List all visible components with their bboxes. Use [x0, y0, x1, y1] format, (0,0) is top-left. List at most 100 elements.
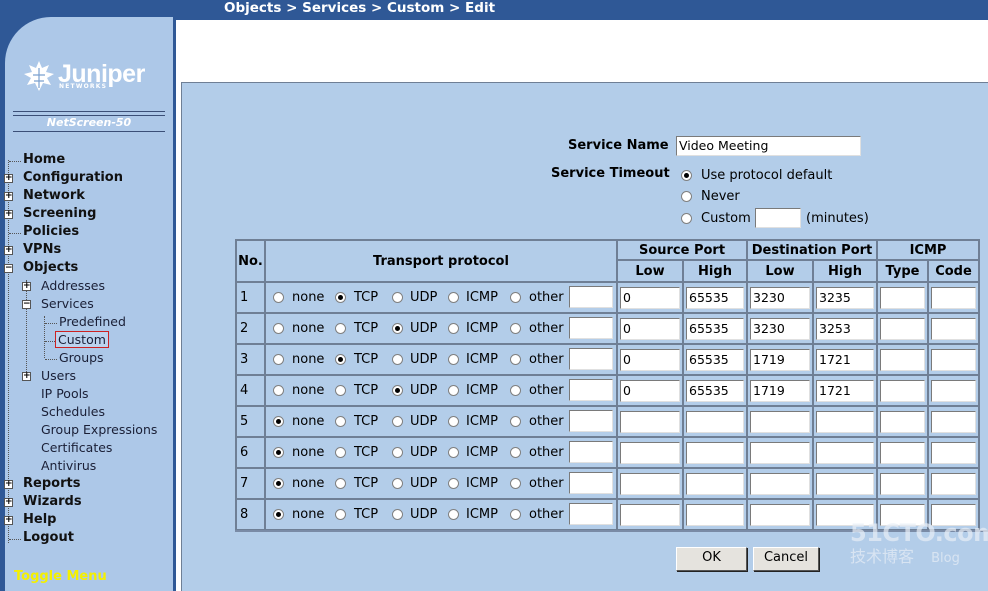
nav-ip-pools[interactable]: IP Pools — [41, 385, 89, 403]
icmp-code-input[interactable] — [931, 286, 976, 309]
expand-icon[interactable]: + — [4, 174, 13, 183]
icmp-type-input[interactable] — [880, 317, 925, 340]
nav-reports[interactable]: Reports — [23, 475, 80, 493]
expand-icon[interactable]: + — [4, 210, 13, 219]
nav-home[interactable]: Home — [23, 151, 65, 169]
ok-button[interactable]: OK — [676, 547, 747, 571]
protocol-none-radio[interactable] — [273, 385, 284, 396]
expand-icon[interactable]: + — [22, 282, 31, 291]
protocol-icmp-radio[interactable] — [448, 447, 459, 458]
source-port-high-input[interactable] — [686, 410, 744, 433]
nav-group-expressions[interactable]: Group Expressions — [41, 421, 157, 439]
collapse-icon[interactable]: − — [4, 264, 13, 273]
dest-port-low-input[interactable] — [750, 441, 810, 464]
dest-port-low-input[interactable]: 1719 — [750, 379, 810, 402]
protocol-other-input[interactable] — [569, 317, 613, 339]
protocol-other-radio[interactable] — [510, 292, 521, 303]
icmp-type-input[interactable] — [880, 286, 925, 309]
protocol-tcp-radio[interactable] — [335, 416, 346, 427]
icmp-code-input[interactable] — [931, 348, 976, 371]
nav-users[interactable]: Users — [41, 367, 76, 385]
protocol-tcp-radio[interactable] — [335, 385, 346, 396]
protocol-other-radio[interactable] — [510, 354, 521, 365]
protocol-tcp-radio[interactable] — [335, 447, 346, 458]
icmp-code-input[interactable] — [931, 441, 976, 464]
dest-port-low-input[interactable] — [750, 472, 810, 495]
expand-icon[interactable]: + — [4, 480, 13, 489]
timeout-custom-radio[interactable] — [681, 213, 692, 224]
source-port-high-input[interactable] — [686, 472, 744, 495]
dest-port-high-input[interactable] — [816, 441, 874, 464]
nav-addresses[interactable]: Addresses — [41, 277, 105, 295]
source-port-low-input[interactable] — [620, 503, 680, 526]
protocol-other-radio[interactable] — [510, 323, 521, 334]
icmp-type-input[interactable] — [880, 379, 925, 402]
collapse-icon[interactable]: − — [22, 300, 31, 309]
nav-groups[interactable]: Groups — [59, 349, 104, 367]
protocol-other-radio[interactable] — [510, 447, 521, 458]
expand-icon[interactable]: + — [4, 192, 13, 201]
icmp-code-input[interactable] — [931, 472, 976, 495]
source-port-high-input[interactable] — [686, 503, 744, 526]
protocol-udp-radio[interactable] — [392, 292, 403, 303]
icmp-type-input[interactable] — [880, 441, 925, 464]
protocol-tcp-radio[interactable] — [335, 292, 346, 303]
dest-port-low-input[interactable]: 3230 — [750, 286, 810, 309]
protocol-icmp-radio[interactable] — [448, 478, 459, 489]
source-port-low-input[interactable] — [620, 472, 680, 495]
protocol-none-radio[interactable] — [273, 416, 284, 427]
protocol-icmp-radio[interactable] — [448, 416, 459, 427]
dest-port-high-input[interactable]: 1721 — [816, 348, 874, 371]
dest-port-high-input[interactable] — [816, 410, 874, 433]
protocol-icmp-radio[interactable] — [448, 354, 459, 365]
nav-wizards[interactable]: Wizards — [23, 493, 82, 511]
protocol-udp-radio[interactable] — [392, 509, 403, 520]
source-port-high-input[interactable]: 65535 — [686, 348, 744, 371]
source-port-low-input[interactable] — [620, 441, 680, 464]
protocol-other-radio[interactable] — [510, 385, 521, 396]
protocol-udp-radio[interactable] — [392, 416, 403, 427]
dest-port-high-input[interactable]: 3253 — [816, 317, 874, 340]
protocol-tcp-radio[interactable] — [335, 478, 346, 489]
cancel-button[interactable]: Cancel — [753, 547, 819, 571]
timeout-never-radio[interactable] — [681, 191, 692, 202]
source-port-low-input[interactable] — [620, 410, 680, 433]
protocol-tcp-radio[interactable] — [335, 323, 346, 334]
protocol-other-input[interactable] — [569, 286, 613, 308]
protocol-udp-radio[interactable] — [392, 354, 403, 365]
source-port-high-input[interactable]: 65535 — [686, 286, 744, 309]
protocol-other-input[interactable] — [569, 348, 613, 370]
toggle-menu-link[interactable]: Toggle Menu — [14, 569, 107, 584]
nav-predefined[interactable]: Predefined — [59, 313, 126, 331]
timeout-minutes-input[interactable] — [755, 208, 801, 228]
protocol-udp-radio[interactable] — [392, 478, 403, 489]
nav-screening[interactable]: Screening — [23, 205, 96, 223]
nav-configuration[interactable]: Configuration — [23, 169, 123, 187]
protocol-other-input[interactable] — [569, 503, 613, 525]
icmp-code-input[interactable] — [931, 379, 976, 402]
nav-schedules[interactable]: Schedules — [41, 403, 105, 421]
source-port-high-input[interactable] — [686, 441, 744, 464]
protocol-other-radio[interactable] — [510, 478, 521, 489]
protocol-udp-radio[interactable] — [392, 447, 403, 458]
expand-icon[interactable]: + — [22, 372, 31, 381]
protocol-none-radio[interactable] — [273, 447, 284, 458]
icmp-code-input[interactable] — [931, 317, 976, 340]
dest-port-low-input[interactable]: 1719 — [750, 348, 810, 371]
protocol-tcp-radio[interactable] — [335, 354, 346, 365]
dest-port-low-input[interactable] — [750, 503, 810, 526]
timeout-default-radio[interactable] — [681, 170, 692, 181]
source-port-low-input[interactable]: 0 — [620, 317, 680, 340]
expand-icon[interactable]: + — [4, 516, 13, 525]
source-port-low-input[interactable]: 0 — [620, 286, 680, 309]
nav-network[interactable]: Network — [23, 187, 85, 205]
source-port-low-input[interactable]: 0 — [620, 379, 680, 402]
protocol-other-radio[interactable] — [510, 509, 521, 520]
icmp-type-input[interactable] — [880, 472, 925, 495]
dest-port-low-input[interactable] — [750, 410, 810, 433]
protocol-other-input[interactable] — [569, 379, 613, 401]
protocol-none-radio[interactable] — [273, 478, 284, 489]
protocol-tcp-radio[interactable] — [335, 509, 346, 520]
source-port-high-input[interactable]: 65535 — [686, 379, 744, 402]
icmp-type-input[interactable] — [880, 410, 925, 433]
